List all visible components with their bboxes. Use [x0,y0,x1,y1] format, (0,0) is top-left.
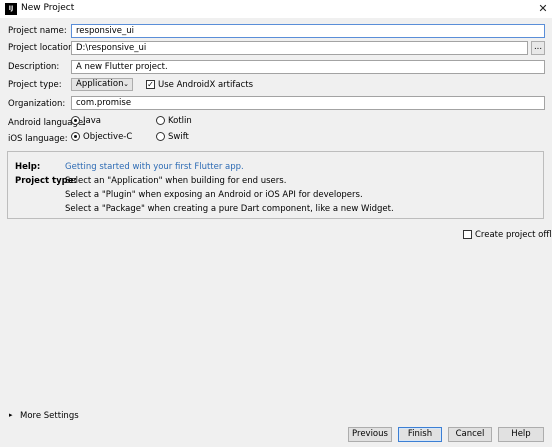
project-name-label: Project name: [8,26,67,36]
description-label: Description: [8,62,60,72]
radio-swift-label: Swift [168,132,189,142]
title-bar [0,0,552,18]
more-settings-toggle[interactable]: More Settings [20,411,79,421]
project-type-label: Project type: [8,80,62,90]
radio-swift[interactable] [156,132,165,141]
help-label: Help: [15,162,41,172]
help-line: Select an "Application" when building fo… [65,176,287,186]
radio-objective-c-label: Objective-C [83,132,133,142]
chevron-down-icon: ⌄ [123,80,129,88]
radio-objective-c[interactable] [71,132,80,141]
radio-kotlin[interactable] [156,116,165,125]
description-input[interactable]: A new Flutter project. [71,60,545,74]
browse-location-button[interactable]: ... [531,41,545,55]
project-location-label: Project location: [8,43,77,53]
organization-input[interactable]: com.promise [71,96,545,110]
chevron-right-icon[interactable]: ▸ [9,411,13,419]
close-icon[interactable]: ✕ [534,0,552,18]
radio-java[interactable] [71,116,80,125]
finish-button[interactable]: Finish [398,427,442,442]
previous-button[interactable]: Previous [348,427,392,442]
project-type-select[interactable]: Application ⌄ [71,78,133,91]
create-offline-label: Create project offline [475,230,552,240]
intellij-app-icon: IJ [5,3,17,15]
ios-language-label: iOS language: [8,134,68,144]
project-name-input[interactable]: responsive_ui [71,24,545,38]
organization-label: Organization: [8,99,66,109]
androidx-checkbox[interactable]: ✓ [146,80,155,89]
androidx-label: Use AndroidX artifacts [158,80,254,90]
window-title: New Project [21,3,75,13]
getting-started-link[interactable]: Getting started with your first Flutter … [65,162,244,172]
help-button[interactable]: Help [498,427,544,442]
project-location-input[interactable]: D:\responsive_ui [71,41,528,55]
create-offline-checkbox[interactable] [463,230,472,239]
help-line: Select a "Plugin" when exposing an Andro… [65,190,363,200]
radio-kotlin-label: Kotlin [168,116,192,126]
project-type-value: Application [76,79,124,89]
radio-java-label: Java [83,116,101,126]
cancel-button[interactable]: Cancel [448,427,492,442]
help-line: Select a "Package" when creating a pure … [65,204,394,214]
